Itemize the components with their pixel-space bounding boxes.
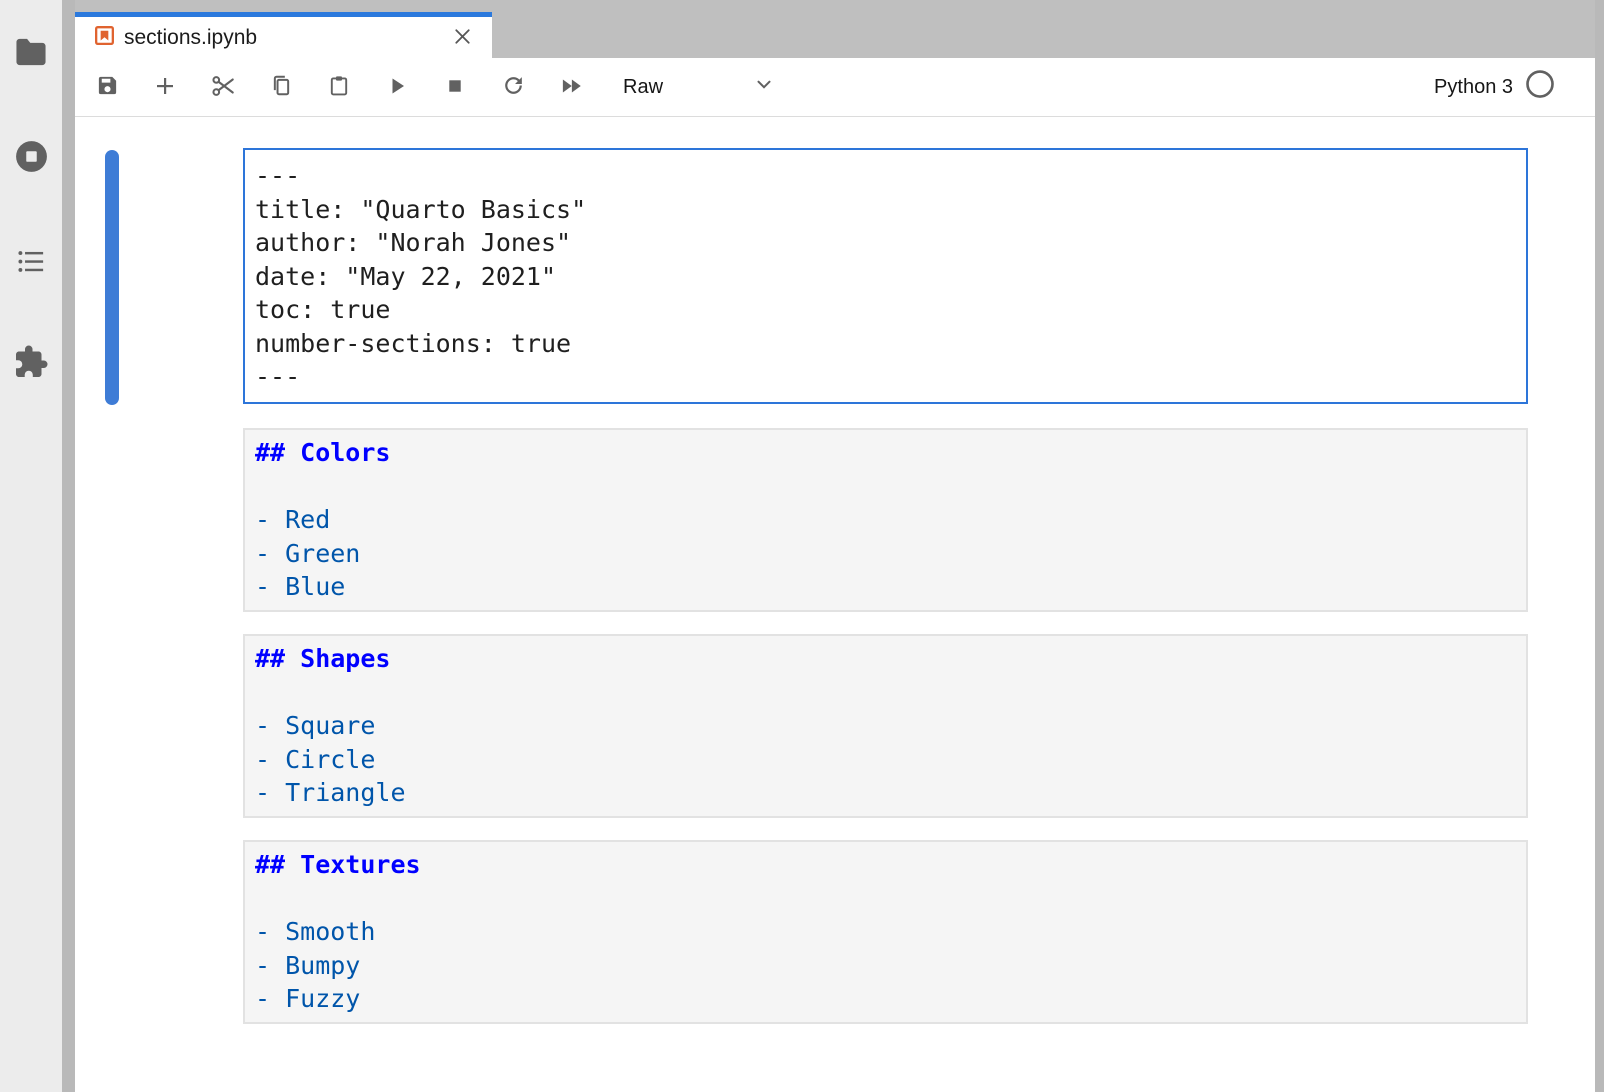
kernel-status-icon[interactable] [1525,69,1555,105]
folder-icon [13,36,49,71]
jupyterlab-window: sections.ipynb [0,0,1604,1092]
markdown-heading: ## Textures [255,848,1516,882]
code-line: --- [255,360,1516,394]
code-line: title: "Quarto Basics" [255,193,1516,227]
tab-close-button[interactable] [451,25,474,51]
restart-kernel-button[interactable] [493,67,533,107]
refresh-icon [501,73,526,101]
code-line: number-sections: true [255,327,1516,361]
window-right-edge [1595,0,1604,1092]
sidebar-item-extension-manager[interactable] [0,344,62,383]
markdown-list-item: - Smooth [255,915,1516,949]
restart-run-all-button[interactable] [551,67,591,107]
kernel-name[interactable]: Python 3 [1434,76,1513,99]
tab-title: sections.ipynb [124,26,443,50]
markdown-list-item: - Triangle [255,776,1516,810]
notebook-icon [93,24,116,52]
blank-line [255,470,1516,504]
markdown-heading: ## Colors [255,436,1516,470]
cut-cells-button[interactable] [203,67,243,107]
plus-icon [153,74,177,101]
markdown-list-item: - Green [255,537,1516,571]
markdown-cell-shapes[interactable]: ## Shapes - Square - Circle - Triangle [243,634,1528,818]
raw-cell-yaml-frontmatter[interactable]: --- title: "Quarto Basics" author: "Nora… [243,148,1528,404]
stop-icon [443,74,467,101]
code-line: toc: true [255,293,1516,327]
interrupt-kernel-button[interactable] [435,67,475,107]
chevron-down-icon [753,73,775,101]
sidebar-item-table-of-contents[interactable] [0,246,62,280]
insert-cell-button[interactable] [145,67,185,107]
copy-cells-button[interactable] [261,67,301,107]
blank-line [255,882,1516,916]
puzzle-icon [13,344,49,383]
markdown-list-item: - Bumpy [255,949,1516,983]
save-button[interactable] [87,67,127,107]
tab-sections-ipynb[interactable]: sections.ipynb [75,12,492,58]
code-line: --- [255,159,1516,193]
markdown-list-item: - Fuzzy [255,982,1516,1016]
left-sidebar [0,0,62,1092]
blank-line [255,676,1516,710]
markdown-list-item: - Circle [255,743,1516,777]
paste-cells-button[interactable] [319,67,359,107]
code-line: date: "May 22, 2021" [255,260,1516,294]
active-cell-collapser[interactable] [105,150,119,405]
main-panel: sections.ipynb [75,0,1595,1092]
cell-list: --- title: "Quarto Basics" author: "Nora… [243,148,1528,1046]
sidebar-item-file-browser[interactable] [0,36,62,71]
markdown-list-item: - Square [255,709,1516,743]
notebook-area: --- title: "Quarto Basics" author: "Nora… [75,117,1595,1092]
kernel-indicator: Python 3 [1434,69,1555,105]
code-line: author: "Norah Jones" [255,226,1516,260]
clipboard-icon [327,74,351,101]
copy-icon [269,73,294,101]
scissors-icon [210,73,236,102]
list-icon [16,246,47,280]
cell-type-dropdown[interactable]: Raw [623,73,775,101]
save-icon [96,74,119,100]
tab-bar: sections.ipynb [75,0,1595,58]
play-icon [385,74,409,101]
markdown-list-item: - Red [255,503,1516,537]
markdown-cell-textures[interactable]: ## Textures - Smooth - Bumpy - Fuzzy [243,840,1528,1024]
markdown-list-item: - Blue [255,570,1516,604]
markdown-cell-colors[interactable]: ## Colors - Red - Green - Blue [243,428,1528,612]
close-icon [451,25,474,51]
notebook-toolbar: Raw Python 3 [75,58,1595,117]
markdown-heading: ## Shapes [255,642,1516,676]
stop-circle-icon [13,138,50,178]
run-cell-button[interactable] [377,67,417,107]
sidebar-splitter-handle[interactable] [62,0,75,1092]
cell-type-value: Raw [623,76,663,99]
sidebar-item-running-sessions[interactable] [0,138,62,178]
fast-forward-icon [558,73,584,102]
